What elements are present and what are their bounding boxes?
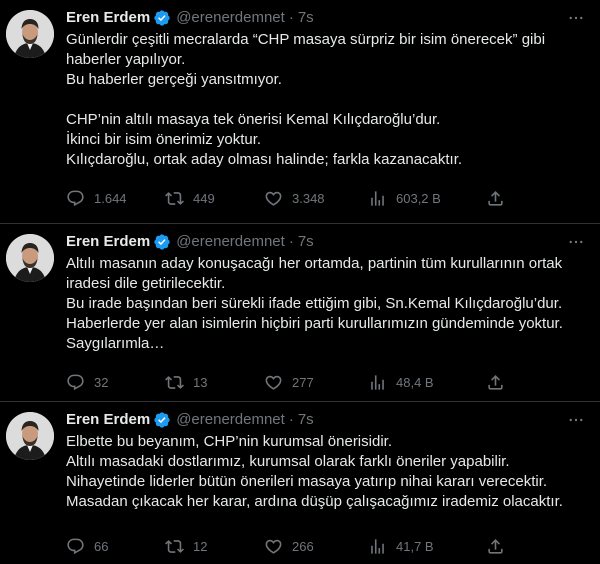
verified-badge-icon bbox=[153, 233, 171, 251]
views-button[interactable]: 603,2 B bbox=[368, 188, 441, 208]
retweet-count: 12 bbox=[193, 538, 208, 554]
tweet-text: Elbette bu beyanım, CHP’nin kurumsal öne… bbox=[66, 432, 586, 512]
tweet-text-line: Nihayetinde liderler bütün önerileri mas… bbox=[66, 473, 548, 490]
tweet-header: Eren Erdem @erenerdemnet · 7s bbox=[66, 232, 314, 252]
tweet-text-line: Kılıçdaroğlu, ortak aday olması halinde;… bbox=[66, 151, 463, 168]
separator-dot: · bbox=[288, 9, 294, 26]
views-button[interactable]: 48,4 B bbox=[368, 372, 434, 392]
retweet-button[interactable]: 449 bbox=[165, 188, 215, 208]
retweet-count: 13 bbox=[193, 374, 208, 390]
reply-icon bbox=[67, 374, 84, 390]
tweet-text: Günlerdir çeşitli mecralarda “CHP masaya… bbox=[66, 30, 586, 170]
reply-button[interactable]: 1.644 bbox=[66, 188, 127, 208]
like-icon bbox=[265, 191, 282, 206]
share-icon bbox=[488, 190, 503, 206]
views-button[interactable]: 41,7 B bbox=[368, 536, 434, 556]
author-handle[interactable]: @erenerdemnet bbox=[176, 8, 285, 28]
tweet-actions: 1.644 449 3.348 603,2 B bbox=[66, 188, 506, 208]
avatar[interactable] bbox=[6, 10, 54, 58]
views-count: 41,7 B bbox=[396, 538, 434, 554]
tweet[interactable]: Eren Erdem @erenerdemnet · 7s Altılı mas… bbox=[0, 224, 600, 402]
reply-count: 32 bbox=[94, 374, 109, 390]
tweet-actions: 32 13 277 48,4 B bbox=[66, 372, 506, 392]
avatar[interactable] bbox=[6, 234, 54, 282]
timestamp[interactable]: 7s bbox=[298, 8, 314, 28]
tweet-text-line: Altılı masanın aday konuşacağı her ortam… bbox=[66, 255, 563, 292]
separator-dot: · bbox=[288, 233, 294, 250]
tweet-text-line: İkinci bir isim önerimiz yoktur. bbox=[66, 131, 262, 148]
verified-badge-icon bbox=[153, 411, 171, 429]
retweet-icon bbox=[165, 539, 184, 553]
retweet-icon bbox=[165, 191, 184, 205]
views-icon bbox=[371, 538, 384, 554]
tweet-actions: 66 12 266 41,7 B bbox=[66, 536, 506, 556]
like-button[interactable]: 266 bbox=[264, 536, 314, 556]
tweet-text-line: Saygılarımla… bbox=[66, 335, 165, 352]
more-icon[interactable] bbox=[566, 8, 586, 28]
retweet-count: 449 bbox=[193, 190, 215, 206]
reply-icon bbox=[67, 538, 84, 554]
views-icon bbox=[371, 190, 384, 206]
more-icon[interactable] bbox=[566, 410, 586, 430]
tweet-text-line: Günlerdir çeşitli mecralarda “CHP masaya… bbox=[66, 31, 546, 68]
share-icon bbox=[488, 374, 503, 390]
timestamp[interactable]: 7s bbox=[298, 410, 314, 430]
like-icon bbox=[265, 375, 282, 390]
like-icon bbox=[265, 539, 282, 554]
avatar[interactable] bbox=[6, 412, 54, 460]
more-icon[interactable] bbox=[566, 232, 586, 252]
separator-dot: · bbox=[288, 411, 294, 428]
views-count: 603,2 B bbox=[396, 190, 441, 206]
views-icon bbox=[371, 374, 384, 390]
share-button[interactable] bbox=[486, 536, 505, 556]
reply-button[interactable]: 32 bbox=[66, 372, 108, 392]
share-icon bbox=[488, 538, 503, 554]
timestamp[interactable]: 7s bbox=[298, 232, 314, 252]
tweet-feed: Eren Erdem @erenerdemnet · 7s Günlerdir … bbox=[0, 0, 600, 564]
author-name[interactable]: Eren Erdem bbox=[66, 8, 150, 28]
tweet-text-line: Bu irade başından beri sürekli ifade ett… bbox=[66, 295, 563, 312]
tweet-text-line: Altılı masadaki dostlarımız, kurumsal ol… bbox=[66, 453, 510, 470]
tweet-text-line: Haberlerde yer alan isimlerin hiçbiri pa… bbox=[66, 315, 563, 332]
tweet-text-gap bbox=[66, 90, 586, 110]
author-handle[interactable]: @erenerdemnet bbox=[176, 232, 285, 252]
like-button[interactable]: 3.348 bbox=[264, 188, 325, 208]
tweet-header: Eren Erdem @erenerdemnet · 7s bbox=[66, 8, 314, 28]
reply-count: 1.644 bbox=[94, 190, 127, 206]
reply-button[interactable]: 66 bbox=[66, 536, 108, 556]
retweet-icon bbox=[165, 375, 184, 389]
author-name[interactable]: Eren Erdem bbox=[66, 232, 150, 252]
tweet-text-line: CHP’nin altılı masaya tek önerisi Kemal … bbox=[66, 111, 441, 128]
verified-badge-icon bbox=[153, 9, 171, 27]
author-name[interactable]: Eren Erdem bbox=[66, 410, 150, 430]
reply-icon bbox=[67, 190, 84, 206]
like-count: 3.348 bbox=[292, 190, 325, 206]
like-count: 266 bbox=[292, 538, 314, 554]
share-button[interactable] bbox=[486, 372, 505, 392]
author-handle[interactable]: @erenerdemnet bbox=[176, 410, 285, 430]
tweet-text-line: Bu haberler gerçeği yansıtmıyor. bbox=[66, 71, 282, 88]
reply-count: 66 bbox=[94, 538, 109, 554]
like-count: 277 bbox=[292, 374, 314, 390]
tweet-text: Altılı masanın aday konuşacağı her ortam… bbox=[66, 254, 586, 354]
retweet-button[interactable]: 13 bbox=[165, 372, 207, 392]
views-count: 48,4 B bbox=[396, 374, 434, 390]
like-button[interactable]: 277 bbox=[264, 372, 314, 392]
tweet-header: Eren Erdem @erenerdemnet · 7s bbox=[66, 410, 314, 430]
tweet-text-line: Elbette bu beyanım, CHP’nin kurumsal öne… bbox=[66, 433, 392, 450]
retweet-button[interactable]: 12 bbox=[165, 536, 207, 556]
tweet[interactable]: Eren Erdem @erenerdemnet · 7s Günlerdir … bbox=[0, 0, 600, 224]
tweet[interactable]: Eren Erdem @erenerdemnet · 7s Elbette bu… bbox=[0, 402, 600, 564]
share-button[interactable] bbox=[486, 188, 505, 208]
tweet-text-line: Masadan çıkacak her karar, ardına düşüp … bbox=[66, 493, 563, 510]
